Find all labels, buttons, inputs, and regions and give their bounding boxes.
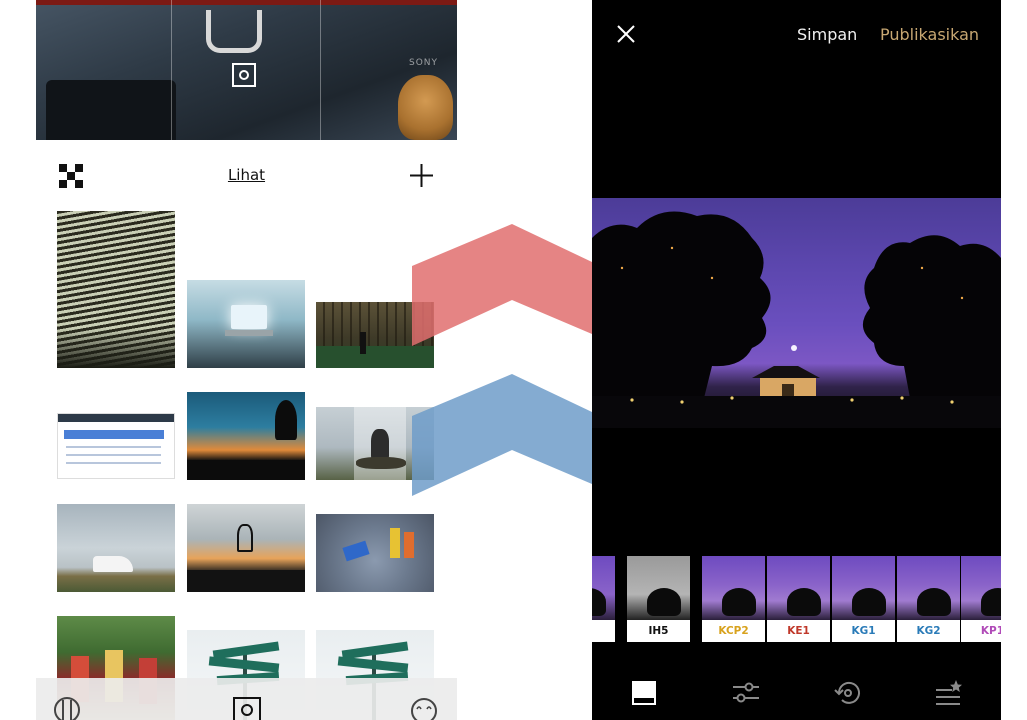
gallery-thumbnail-palm-sunset-silhouette[interactable] [187, 392, 305, 480]
filter-6[interactable]: 6 [592, 556, 615, 643]
camera-shutter-icon[interactable] [232, 63, 256, 87]
adjust-icon[interactable] [731, 678, 761, 708]
filter-label: KG2 [897, 620, 960, 642]
history-icon[interactable] [833, 678, 863, 708]
edit-photo-preview [592, 198, 1001, 428]
view-link[interactable]: Lihat [36, 166, 457, 184]
gallery-thumbnail-browser-screenshot[interactable] [57, 413, 175, 479]
publish-button[interactable]: Publikasikan [880, 25, 979, 44]
filter-label: KCP2 [702, 620, 765, 642]
grid-line [171, 0, 172, 140]
preview-teddy-bear [398, 75, 453, 140]
filter-kg2[interactable]: KG2 [897, 556, 960, 643]
view-link-label[interactable]: Lihat [228, 166, 265, 184]
filter-strip[interactable]: 6 IH5 KCP2 KE1 KG1 KG2 KP1 [592, 556, 1001, 643]
gallery-toolbar: Lihat [36, 155, 457, 197]
recipe-icon[interactable] [934, 678, 964, 708]
camera-preview[interactable]: SONY [36, 0, 457, 140]
gallery-thumbnail-laptop-on-desk[interactable] [187, 280, 305, 368]
add-icon[interactable] [409, 163, 434, 188]
filter-ke1[interactable]: KE1 [767, 556, 830, 643]
grid-line [320, 0, 321, 140]
emoji-icon[interactable] [409, 696, 439, 720]
bottom-nav [36, 678, 457, 720]
chevron-logo-watermark [412, 224, 592, 496]
filter-kp1[interactable]: KP1 [961, 556, 1001, 643]
filter-label: IH5 [627, 620, 690, 642]
filter-kg1[interactable]: KG1 [832, 556, 895, 643]
close-icon[interactable] [616, 24, 636, 44]
preview-top-bar [36, 0, 457, 5]
gallery-thumbnail-toy-figures[interactable] [316, 514, 434, 592]
preview-device [46, 80, 176, 140]
feed-icon[interactable] [52, 696, 82, 720]
preview-brand-text: SONY [409, 58, 439, 68]
filter-ih5[interactable]: IH5 [627, 556, 690, 643]
filter-label: KP1 [961, 620, 1001, 642]
filter-label: KG1 [832, 620, 895, 642]
edit-toolbar [592, 672, 1001, 716]
editor-screen: Simpan Publikasikan IH5 KCP2 KE1 KG1 KG2… [592, 0, 1001, 720]
camera-icon[interactable] [232, 696, 262, 720]
filter-icon[interactable] [630, 678, 660, 708]
gallery-thumbnail-birdcage-sunset[interactable] [187, 504, 305, 592]
save-button[interactable]: Simpan [797, 25, 857, 44]
gallery-thumbnail-piano-on-hill[interactable] [57, 504, 175, 592]
gallery-screen: SONY Lihat [36, 0, 457, 720]
gallery-thumbnail-bamboo-blinds[interactable] [57, 211, 175, 368]
filter-label: KE1 [767, 620, 830, 642]
filter-label: 6 [592, 620, 615, 642]
photo-silhouettes [592, 211, 1001, 428]
preview-hose [206, 10, 262, 53]
filter-kcp2[interactable]: KCP2 [702, 556, 765, 643]
